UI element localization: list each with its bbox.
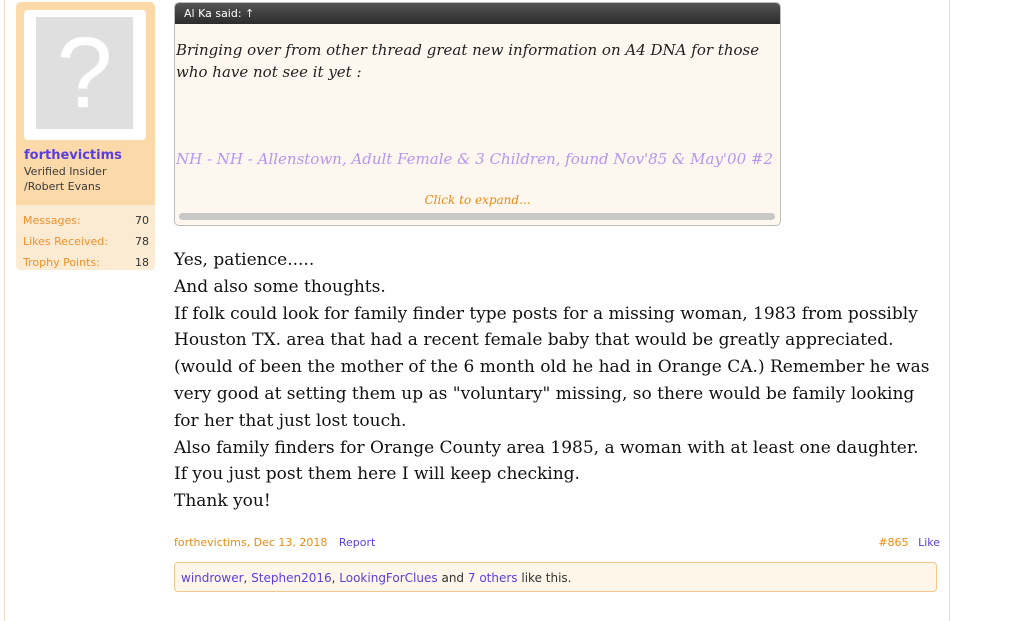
stat-likes-label[interactable]: Likes Received: [23,235,108,248]
user-stats: Messages: 70 Likes Received: 78 Trophy P… [16,205,155,270]
message-line: And also some thoughts. [174,276,386,297]
stat-messages-label[interactable]: Messages: [23,214,81,227]
message-body: Yes, patience..... And also some thought… [174,247,944,515]
post-meta-right: #865 Like [878,536,940,549]
quote-header[interactable]: Al Ka said: ↑ [175,3,780,24]
quote-thread-link[interactable]: NH - NH - Allenstown, Adult Female & 3 C… [176,150,773,168]
quote-block: Al Ka said: ↑ Bringing over from other t… [174,2,781,226]
user-title-line1: Verified Insider [24,165,107,178]
user-title-line2: /Robert Evans [24,180,101,193]
stat-trophy-label[interactable]: Trophy Points: [23,256,100,269]
user-name-link[interactable]: forthevictims [24,148,122,163]
quote-text: Bringing over from other thread great ne… [176,41,760,81]
report-link[interactable]: Report [339,536,375,549]
likes-others-link[interactable]: 7 others [468,571,518,585]
avatar[interactable]: ? [36,17,133,129]
post-author-date-link[interactable]: forthevictims, Dec 13, 2018 [174,536,327,549]
like-button[interactable]: Like [918,536,940,549]
user-info-card: ? forthevictims Verified Insider /Robert… [16,2,155,270]
stat-likes-received: Likes Received: 78 [23,235,149,248]
stat-likes-value: 78 [135,235,149,248]
message-line: Thank you! [174,491,271,512]
avatar-frame: ? [24,10,146,140]
stat-messages-value: 70 [135,214,149,227]
likes-summary: windrower, Stephen2016, LookingForClues … [174,562,937,592]
stat-messages: Messages: 70 [23,214,149,227]
post-meta-left: forthevictims, Dec 13, 2018 Report [174,536,375,549]
likes-and-text: and [441,571,465,585]
question-mark-icon: ? [56,17,113,129]
post-permalink[interactable]: #865 [878,536,908,549]
left-divider [4,0,5,621]
click-to-expand-link[interactable]: Click to expand... [175,193,780,207]
likes-suffix: like this. [521,571,572,585]
message-line: If folk could look for family finder typ… [174,303,930,431]
user-title: Verified Insider /Robert Evans [24,164,149,194]
liker-link[interactable]: windrower [181,571,244,585]
stat-trophy-points: Trophy Points: 18 [23,256,149,269]
liker-link[interactable]: LookingForClues [339,571,437,585]
message-line: If you just post them here I will keep c… [174,464,580,485]
stat-trophy-value: 18 [135,256,149,269]
message-line: Also family finders for Orange County ar… [174,437,919,458]
message-line: Yes, patience..... [174,250,315,270]
liker-link[interactable]: Stephen2016 [251,571,331,585]
quote-scrollbar[interactable] [179,213,775,220]
right-divider [949,0,950,621]
